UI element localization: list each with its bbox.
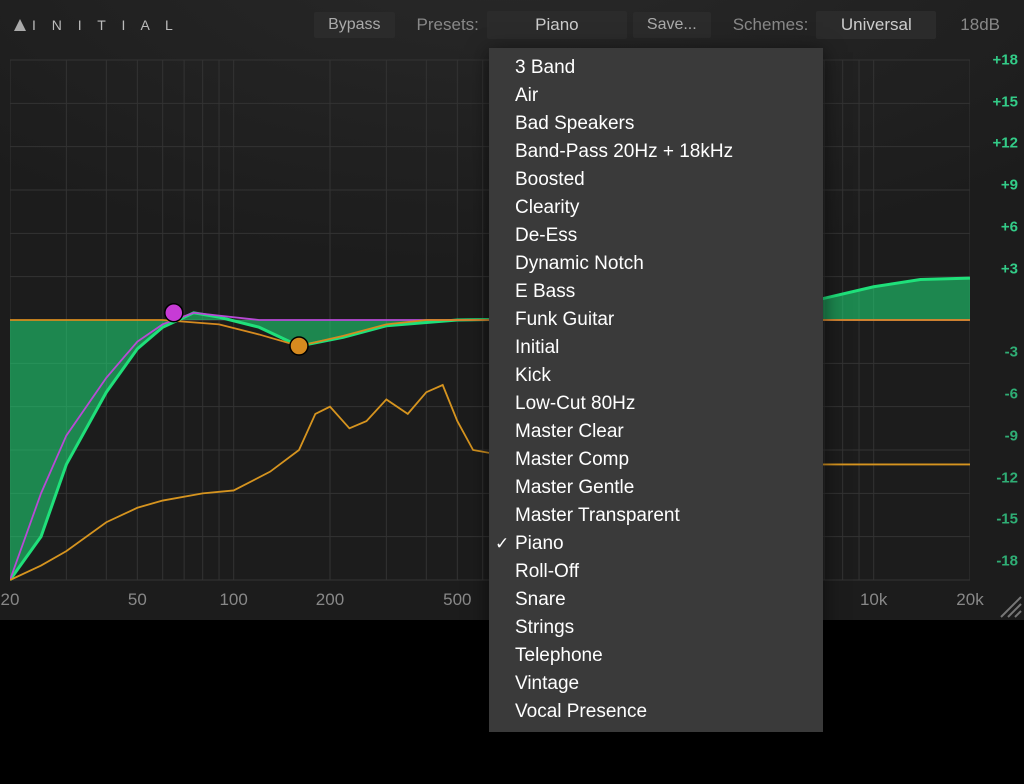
preset-menu-item-label: Master Clear xyxy=(515,421,624,443)
preset-menu-item[interactable]: Roll-Off xyxy=(489,558,823,586)
preset-menu-item-label: Band-Pass 20Hz + 18kHz xyxy=(515,141,733,163)
db-tick-label: +18 xyxy=(993,51,1018,68)
preset-menu-item[interactable]: Low-Cut 80Hz xyxy=(489,390,823,418)
scheme-selector[interactable]: Universal xyxy=(816,11,936,39)
db-tick-label: -3 xyxy=(1005,344,1018,361)
preset-menu-item-label: Air xyxy=(515,85,538,107)
preset-menu-item[interactable]: Air xyxy=(489,82,823,110)
freq-tick-label: 100 xyxy=(219,590,247,610)
preset-menu-item-label: Low-Cut 80Hz xyxy=(515,393,635,415)
preset-menu-item-label: Funk Guitar xyxy=(515,309,614,331)
preset-menu-item-label: Boosted xyxy=(515,169,585,191)
db-tick-label: +9 xyxy=(1001,177,1018,194)
bypass-button[interactable]: Bypass xyxy=(314,12,394,38)
db-tick-label: +3 xyxy=(1001,260,1018,277)
preset-menu-item-label: Initial xyxy=(515,337,559,359)
preset-menu-item[interactable]: Master Gentle xyxy=(489,474,823,502)
preset-menu-item[interactable]: Master Transparent xyxy=(489,502,823,530)
freq-tick-label: 20 xyxy=(1,590,20,610)
preset-menu-item[interactable]: Dynamic Notch xyxy=(489,250,823,278)
preset-menu-item[interactable]: Snare xyxy=(489,586,823,614)
preset-menu-item-label: Strings xyxy=(515,617,574,639)
preset-menu-item[interactable]: Strings xyxy=(489,614,823,642)
preset-selector[interactable]: Piano xyxy=(487,11,627,39)
preset-menu-item[interactable]: ✓ Piano xyxy=(489,530,823,558)
preset-menu-item[interactable]: Kick xyxy=(489,362,823,390)
preset-menu-item-label: 3 Band xyxy=(515,57,575,79)
preset-menu-item[interactable]: Initial xyxy=(489,334,823,362)
preset-menu-item[interactable]: Boosted xyxy=(489,166,823,194)
freq-tick-label: 10k xyxy=(860,590,887,610)
preset-menu-item-label: Roll-Off xyxy=(515,561,579,583)
db-tick-label: +6 xyxy=(1001,218,1018,235)
preset-menu-item[interactable]: Vintage xyxy=(489,670,823,698)
preset-menu-item-label: Snare xyxy=(515,589,566,611)
preset-dropdown-menu[interactable]: 3 Band Air Bad Speakers Band-Pass 20Hz + 18… xyxy=(489,48,823,732)
db-tick-label: -18 xyxy=(996,553,1018,570)
db-tick-label: -6 xyxy=(1005,386,1018,403)
freq-tick-label: 20k xyxy=(956,590,983,610)
preset-menu-item-label: Kick xyxy=(515,365,551,387)
toolbar: I N I T I A L Bypass Presets: Piano Save… xyxy=(0,0,1024,50)
presets-label: Presets: xyxy=(417,15,479,35)
db-tick-label: +12 xyxy=(993,135,1018,152)
logo-text: I N I T I A L xyxy=(32,17,179,33)
band-2-handle[interactable] xyxy=(290,337,308,355)
preset-menu-item-label: Bad Speakers xyxy=(515,113,634,135)
preset-menu-item[interactable]: De-Ess xyxy=(489,222,823,250)
db-tick-label: +15 xyxy=(993,93,1018,110)
preset-menu-item[interactable]: Clearity xyxy=(489,194,823,222)
preset-menu-item[interactable]: Telephone xyxy=(489,642,823,670)
preset-menu-item[interactable]: Master Clear xyxy=(489,418,823,446)
freq-tick-label: 500 xyxy=(443,590,471,610)
schemes-label: Schemes: xyxy=(733,15,809,35)
preset-menu-item[interactable]: Bad Speakers xyxy=(489,110,823,138)
logo-triangle-icon xyxy=(14,19,26,31)
preset-menu-item-label: E Bass xyxy=(515,281,575,303)
preset-menu-item-label: Master Comp xyxy=(515,449,629,471)
preset-menu-item-label: Master Gentle xyxy=(515,477,634,499)
preset-menu-item[interactable]: Band-Pass 20Hz + 18kHz xyxy=(489,138,823,166)
preset-menu-item-label: Master Transparent xyxy=(515,505,680,527)
check-icon: ✓ xyxy=(495,534,509,554)
band-1-handle[interactable] xyxy=(165,304,183,322)
preset-menu-item-label: Piano xyxy=(515,533,564,555)
freq-tick-label: 200 xyxy=(316,590,344,610)
db-tick-label: -12 xyxy=(996,469,1018,486)
preset-menu-item[interactable]: Master Comp xyxy=(489,446,823,474)
eq-plugin-window: I N I T I A L Bypass Presets: Piano Save… xyxy=(0,0,1024,620)
preset-menu-item-label: Clearity xyxy=(515,197,579,219)
range-readout[interactable]: 18dB xyxy=(950,11,1010,39)
preset-menu-item-label: Vintage xyxy=(515,673,579,695)
preset-menu-item[interactable]: E Bass xyxy=(489,278,823,306)
preset-menu-item[interactable]: Vocal Presence xyxy=(489,698,823,726)
preset-menu-item-label: Telephone xyxy=(515,645,603,667)
preset-menu-item[interactable]: 3 Band xyxy=(489,54,823,82)
preset-menu-item-label: Dynamic Notch xyxy=(515,253,644,275)
preset-menu-item[interactable]: Funk Guitar xyxy=(489,306,823,334)
preset-menu-item-label: De-Ess xyxy=(515,225,577,247)
preset-menu-item-label: Vocal Presence xyxy=(515,701,647,723)
save-button[interactable]: Save... xyxy=(633,12,711,38)
resize-handle[interactable] xyxy=(998,594,1022,618)
freq-tick-label: 50 xyxy=(128,590,147,610)
logo: I N I T I A L xyxy=(14,17,179,33)
db-tick-label: -15 xyxy=(996,511,1018,528)
db-tick-label: -9 xyxy=(1005,427,1018,444)
